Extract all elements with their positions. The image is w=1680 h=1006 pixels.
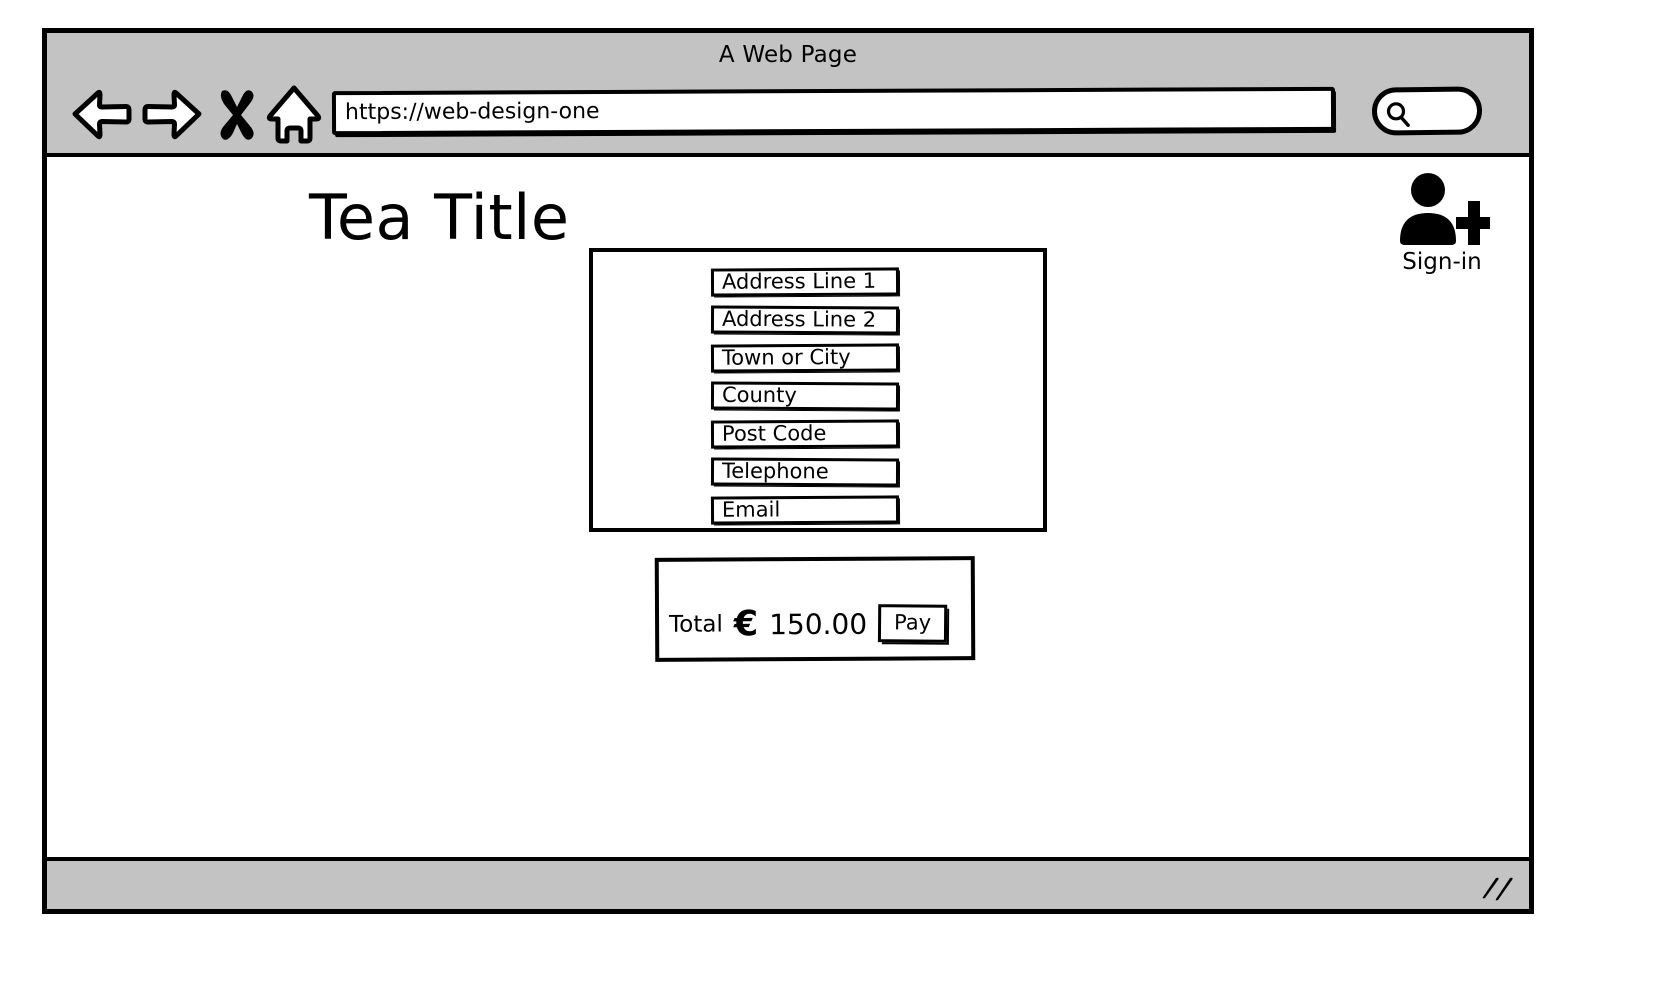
field-address-line-2[interactable]: Address Line 2: [710, 305, 900, 335]
field-label: Post Code: [721, 421, 827, 446]
window-title: A Web Page: [718, 42, 858, 68]
field-address-line-1[interactable]: Address Line 1: [710, 267, 900, 297]
forward-arrow-icon[interactable]: [141, 83, 203, 145]
search-magnifier-icon: [1386, 102, 1410, 127]
browser-toolbar: https://web-design-one: [47, 75, 1529, 153]
browser-window: A Web Page https://web-design-one Tea Ti…: [42, 28, 1534, 914]
page-title: Tea Title: [309, 181, 570, 254]
field-label: Address Line 2: [721, 306, 877, 332]
address-form-panel: Address Line 1 Address Line 2 Town or Ci…: [589, 248, 1047, 532]
user-add-icon: [1400, 173, 1490, 245]
browser-titlebar: A Web Page https://web-design-one: [47, 33, 1529, 157]
field-town-or-city[interactable]: Town or City: [710, 343, 900, 373]
address-fields-stack: Address Line 1 Address Line 2 Town or Ci…: [710, 267, 900, 534]
currency-symbol-icon: €: [733, 603, 759, 644]
search-input[interactable]: [1371, 86, 1483, 136]
browser-statusbar: [47, 857, 1529, 909]
back-arrow-icon[interactable]: [71, 83, 133, 145]
field-telephone[interactable]: Telephone: [710, 457, 900, 487]
field-email[interactable]: Email: [710, 495, 900, 525]
resize-grip-icon[interactable]: [1479, 875, 1515, 903]
total-row: Total € 150.00 Pay: [669, 603, 948, 644]
field-label: Email: [721, 497, 781, 522]
url-input-value: https://web-design-one: [344, 99, 600, 126]
pay-button[interactable]: Pay: [877, 604, 948, 643]
page-content: Tea Title Sign-in Address Line 1 Address…: [47, 157, 1529, 821]
checkout-total-panel: Total € 150.00 Pay: [654, 556, 976, 662]
total-label: Total: [669, 611, 723, 638]
field-label: Telephone: [721, 458, 829, 484]
field-label: Town or City: [721, 345, 851, 370]
field-label: Address Line 1: [721, 268, 877, 294]
field-county[interactable]: County: [710, 381, 900, 411]
url-input[interactable]: https://web-design-one: [331, 86, 1336, 136]
signin-label: Sign-in: [1402, 249, 1482, 275]
home-icon[interactable]: [265, 83, 323, 145]
field-label: County: [721, 382, 797, 408]
stop-x-icon[interactable]: [215, 87, 259, 143]
field-post-code[interactable]: Post Code: [710, 419, 900, 449]
signin-button[interactable]: Sign-in: [1383, 171, 1501, 275]
total-amount: 150.00: [769, 607, 868, 641]
